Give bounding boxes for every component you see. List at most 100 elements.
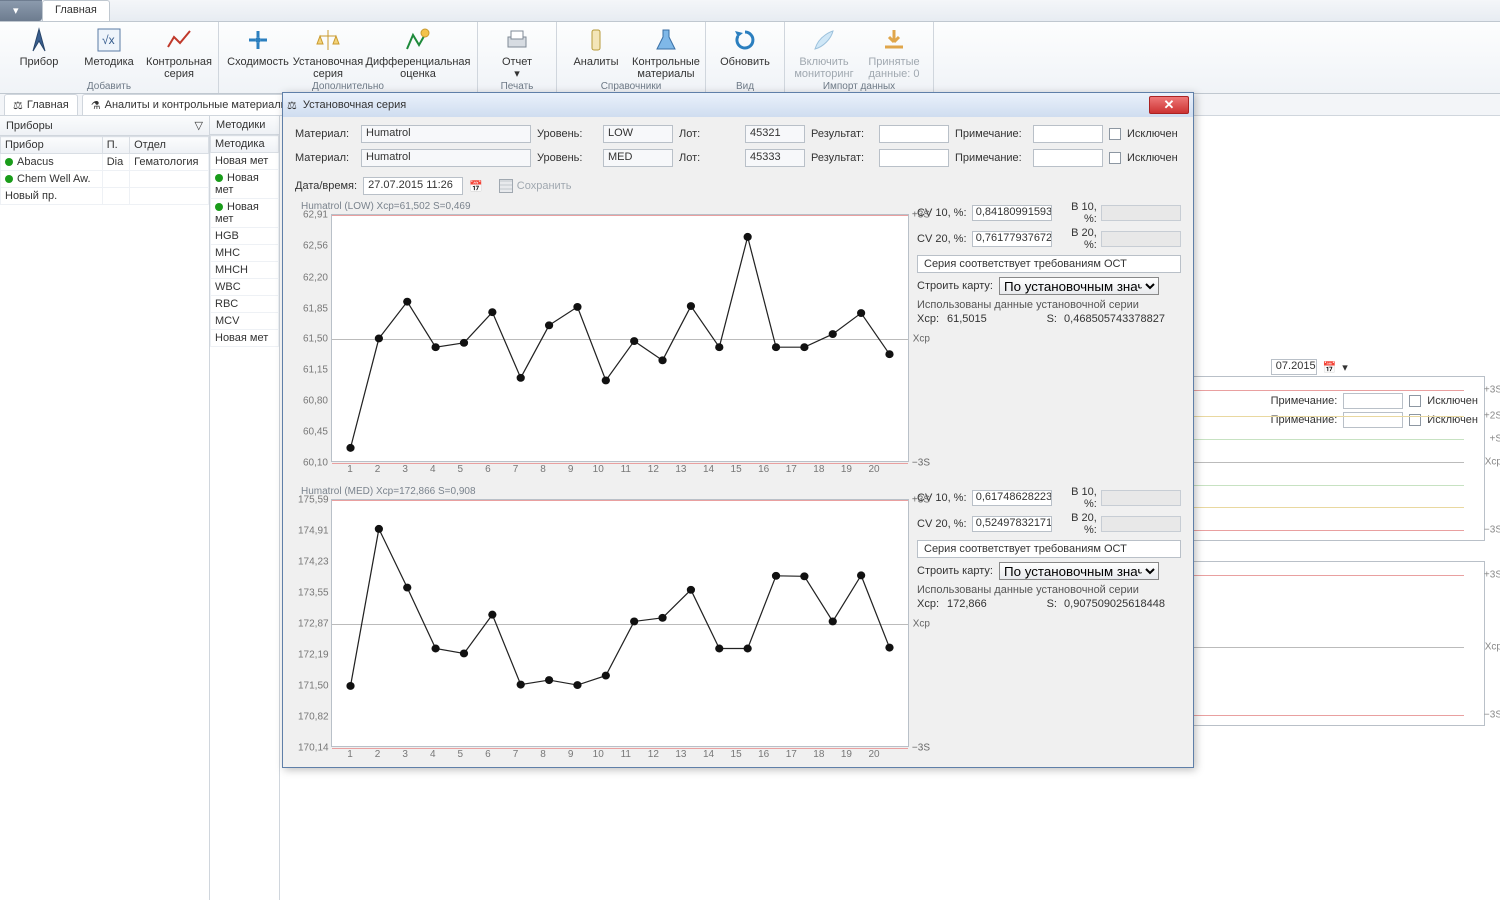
material-field[interactable]: Humatrol xyxy=(361,149,531,167)
table-row[interactable]: MCV xyxy=(211,313,279,330)
table-row[interactable]: Новая мет xyxy=(211,153,279,170)
lot-field[interactable]: 45321 xyxy=(745,125,805,143)
table-row[interactable]: AbacusDiaГематология xyxy=(1,154,209,171)
table-row[interactable]: Новая мет xyxy=(211,199,279,228)
control-chart: 60,1060,4560,8061,1561,5061,8562,2062,56… xyxy=(331,214,909,462)
b20-value xyxy=(1101,516,1181,532)
diff-chart-icon xyxy=(404,26,432,54)
analytes-button[interactable]: Аналиты xyxy=(561,24,631,68)
controls-button[interactable]: Контрольные материалы xyxy=(631,24,701,80)
diff-eval-button[interactable]: Дифференциальная оценка xyxy=(363,24,473,80)
b20-value xyxy=(1101,231,1181,247)
close-button[interactable]: ✕ xyxy=(1149,96,1189,114)
accepted-data-button: Принятые данные: 0 xyxy=(859,24,929,80)
datetime-label: Дата/время: xyxy=(295,180,357,192)
app-menu-button[interactable]: ▾ xyxy=(0,0,42,21)
series-status: Серия соответствует требованиям ОСТ xyxy=(917,255,1181,273)
s-value: 0,907509025618448 xyxy=(1061,598,1165,610)
disk-icon xyxy=(499,179,513,193)
series-status: Серия соответствует требованиям ОСТ xyxy=(917,540,1181,558)
used-data-note: Использованы данные установочной серии xyxy=(917,584,1181,596)
scales-icon: ⚖ xyxy=(287,99,297,112)
group-label-extra: Дополнительно xyxy=(223,81,473,92)
group-label-import: Импорт данных xyxy=(789,81,929,92)
add-method-button[interactable]: √xМетодика xyxy=(74,24,144,68)
svg-text:√x: √x xyxy=(102,33,115,47)
flask-icon: ⚗ xyxy=(91,99,101,112)
cv20-value: 0,524978321716 xyxy=(972,516,1052,532)
table-row[interactable]: MHCH xyxy=(211,262,279,279)
exclude-checkbox[interactable] xyxy=(1109,152,1121,164)
table-row[interactable]: HGB xyxy=(211,228,279,245)
material-field[interactable]: Humatrol xyxy=(361,125,531,143)
table-row[interactable]: MHC xyxy=(211,245,279,262)
date-field-partial[interactable]: 07.2015 xyxy=(1271,359,1317,375)
methods-grid[interactable]: МетодикаНовая метНовая метНовая метHGBMH… xyxy=(210,135,279,347)
used-data-note: Использованы данные установочной серии xyxy=(917,299,1181,311)
tab-main[interactable]: ⚖Главная xyxy=(4,94,78,115)
vial-icon xyxy=(582,26,610,54)
flask-icon xyxy=(652,26,680,54)
scales-icon xyxy=(314,26,342,54)
cv10-value: 0,617486282231 xyxy=(972,490,1052,506)
tab-analytes[interactable]: ⚗Аналиты и контрольные материалы xyxy=(82,94,298,115)
xcp-value: 61,5015 xyxy=(947,313,1037,325)
result-input[interactable] xyxy=(879,125,949,143)
table-row[interactable]: Новая мет xyxy=(211,170,279,199)
s-value: 0,468505743378827 xyxy=(1061,313,1165,325)
result-input[interactable] xyxy=(879,149,949,167)
add-device-button[interactable]: Прибор xyxy=(4,24,74,68)
setup-series-dialog: ⚖ Установочная серия ✕ Материал:Humatrol… xyxy=(282,92,1194,768)
table-row[interactable]: RBC xyxy=(211,296,279,313)
cv10-value: 0,841809915933 xyxy=(972,205,1052,221)
devices-grid[interactable]: ПриборП.Отдел AbacusDiaГематологияChem W… xyxy=(0,136,209,205)
note-input[interactable] xyxy=(1033,125,1103,143)
filter-icon[interactable]: ▽ xyxy=(195,119,203,132)
table-row[interactable]: Chem Well Aw. xyxy=(1,171,209,188)
lot-field[interactable]: 45333 xyxy=(745,149,805,167)
build-map-select[interactable]: По установочным значениям xyxy=(999,562,1159,580)
save-button: Сохранить xyxy=(499,179,572,193)
table-row[interactable]: WBC xyxy=(211,279,279,296)
methods-header: Методики xyxy=(210,116,279,135)
chart-title: Humatrol (LOW) Xср=61,502 S=0,469 xyxy=(301,201,909,212)
build-map-select[interactable]: По установочным значениям xyxy=(999,277,1159,295)
table-row[interactable]: Новый пр. xyxy=(1,188,209,205)
compass-icon xyxy=(25,26,53,54)
formula-icon: √x xyxy=(95,26,123,54)
chart-title: Humatrol (MED) Xср=172,866 S=0,908 xyxy=(301,486,909,497)
xcp-value: 172,866 xyxy=(947,598,1037,610)
ribbon-tab-main[interactable]: Главная xyxy=(42,0,110,21)
add-control-series-button[interactable]: Контрольная серия xyxy=(144,24,214,80)
note-input[interactable] xyxy=(1033,149,1103,167)
control-chart: 170,14170,82171,50172,19172,87173,55174,… xyxy=(331,499,909,747)
refresh-button[interactable]: Обновить xyxy=(710,24,780,68)
group-label-view: Вид xyxy=(710,81,780,92)
datetime-input[interactable]: 27.07.2015 11:26 xyxy=(363,177,463,195)
enable-monitoring-button: Включить мониторинг xyxy=(789,24,859,80)
ribbon: Прибор √xМетодика Контрольная серия Доба… xyxy=(0,22,1500,94)
report-button[interactable]: Отчет▾ xyxy=(482,24,552,80)
cv20-value: 0,761779376728 xyxy=(972,231,1052,247)
feather-icon xyxy=(810,26,838,54)
convergence-button[interactable]: Сходимость xyxy=(223,24,293,68)
group-label-add: Добавить xyxy=(4,81,214,92)
devices-header: Приборы▽ xyxy=(0,116,209,136)
table-row[interactable]: Новая мет xyxy=(211,330,279,347)
calendar-icon[interactable]: 📅 xyxy=(1323,361,1337,374)
dialog-title: Установочная серия xyxy=(303,99,406,111)
exclude-checkbox[interactable] xyxy=(1109,128,1121,140)
calendar-icon[interactable]: 📅 xyxy=(469,180,483,193)
refresh-icon xyxy=(731,26,759,54)
group-label-print: Печать xyxy=(482,81,552,92)
level-field[interactable]: LOW xyxy=(603,125,673,143)
level-field[interactable]: MED xyxy=(603,149,673,167)
download-icon xyxy=(880,26,908,54)
scales-icon: ⚖ xyxy=(13,99,23,112)
converge-icon xyxy=(244,26,272,54)
group-label-refs: Справочники xyxy=(561,81,701,92)
ribbon-tabs: ▾ Главная xyxy=(0,0,1500,22)
setup-series-button[interactable]: Установочная серия xyxy=(293,24,363,80)
printer-icon xyxy=(503,26,531,54)
b10-value xyxy=(1101,205,1181,221)
